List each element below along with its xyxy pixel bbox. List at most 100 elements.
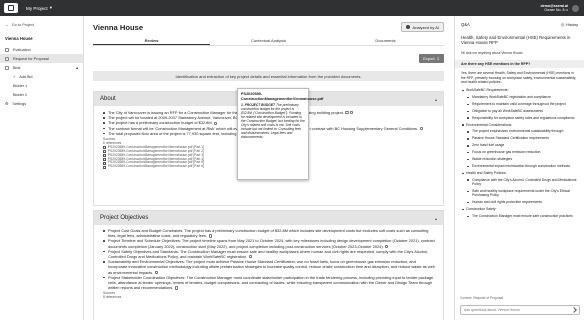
section-title: About (100, 96, 116, 102)
sidebar-item-bidder-2[interactable]: Bidder 2 (0, 90, 83, 99)
list-item: Project Stakeholder Coordination Objecti… (94, 275, 443, 291)
gear-icon: ⚙ (5, 102, 9, 106)
sidebar-project-title: Vienna House (5, 36, 33, 41)
sidebar-item-rfp[interactable]: Request for Proposal (0, 54, 83, 63)
evaluation-icon (5, 47, 9, 52)
answer-intro: Yes, there are several Health, Safety an… (461, 71, 577, 84)
top-bar: My Project ▾ demo@sserai.ai Owner No. 8 … (0, 0, 584, 16)
export-button[interactable]: Export ⇩ (419, 54, 444, 63)
project-objectives-section: Project Objectives ▴ Project Cost Goals a… (93, 210, 444, 320)
thumbs-up-icon[interactable] (350, 111, 354, 115)
sidebar-item-bids[interactable]: Bids ▴ (0, 63, 83, 72)
history-label: History (566, 22, 578, 27)
sidebar-item-label: Request for Proposal (13, 56, 49, 61)
answer-line: Compliance with the City's Alcohol, Cont… (461, 178, 578, 187)
question-input[interactable]: Ask questions about Vienna House (460, 305, 580, 315)
answer-line: Obligation to pay all WorkSafeBC assessm… (461, 109, 578, 113)
main-content: Vienna House Analyzed by AI Review Conte… (84, 16, 454, 320)
back-to-project-link[interactable]: ← Go to Project (0, 16, 83, 31)
sidebar: ← Go to Project Vienna House Evaluation … (0, 16, 84, 320)
copy-icon[interactable] (208, 234, 212, 238)
sidebar-item-evaluation[interactable]: Evaluation (0, 45, 83, 54)
answer-line: Passive House Standard Certification req… (461, 136, 578, 140)
checkbox-icon[interactable] (103, 162, 106, 165)
send-icon[interactable] (571, 307, 577, 313)
analyzed-by-ai-button[interactable]: Analyzed by AI (400, 22, 444, 32)
conversation-topic: Health, Safety and Environmental (HSE) R… (461, 35, 571, 46)
sidebar-item-label: Bidder 2 (13, 92, 28, 97)
chevron-up-icon: ▴ (434, 96, 437, 102)
checkbox-icon[interactable] (103, 150, 106, 154)
answer-line: WorkSafeBC Requirements: (461, 88, 578, 92)
tab-review[interactable]: Review (93, 36, 210, 45)
answer-line: The Construction Manager must ensure saf… (461, 214, 578, 218)
section-title: Project Objectives (100, 215, 149, 221)
back-label: Go to Project (11, 23, 34, 27)
history-button[interactable]: ◷ History (560, 22, 578, 28)
copy-icon[interactable] (214, 121, 218, 125)
clock-icon: ◷ (560, 23, 565, 27)
bullet-text: Project Cost Goals and Budget Constraint… (108, 228, 429, 239)
answer-line: Focus on greenhouse gas emission reducti… (461, 150, 578, 154)
input-placeholder: Ask questions about Vienna House (464, 308, 520, 312)
tooltip-file-name: PS2020589-ConstructionManagementforVienn… (241, 92, 324, 101)
answer-line: Health and Safety Policies: (461, 171, 578, 175)
bullet-text: Project Safety Objectives and Standards:… (108, 248, 429, 260)
user-info[interactable]: demo@sserai.ai Owner No. 8 •• (541, 4, 568, 12)
tab-bar: Review Contextual Analysis Documents (93, 36, 444, 46)
source-preview-tooltip: PS2020589-ConstructionManagementforVienn… (237, 88, 324, 180)
checkbox-icon[interactable] (103, 146, 106, 150)
assistant-answer: Yes, there are several Health, Safety an… (455, 68, 584, 218)
qa-title: Q&A (461, 22, 470, 27)
answer-line: Environmental impact minimization throug… (461, 164, 578, 168)
assistant-greeting: Hi! Ask me anything about Vienna House. (461, 50, 524, 55)
sidebar-item-label: Bidder 1 (13, 83, 28, 88)
sidebar-item-label: Add Bid (19, 74, 33, 79)
sidebar-item-settings[interactable]: ⚙ Settings (0, 99, 83, 108)
copy-icon[interactable] (345, 111, 349, 115)
sidebar-item-add-bid[interactable]: + Add Bid (0, 72, 83, 81)
plus-icon: + (13, 74, 16, 79)
context-label: Context: Request of Proposal (460, 296, 504, 300)
user-role: Owner No. 8 •• (544, 8, 568, 12)
tooltip-body: The preliminary construction budget for … (241, 103, 305, 139)
list-item: Project Safety Objectives and Standards:… (94, 249, 443, 259)
answer-line: Construction Safety: (461, 207, 578, 211)
answer-line: Waste reduction strategies (461, 157, 578, 161)
analyzed-label: Analyzed by AI (412, 24, 439, 30)
sidebar-item-label: Settings (12, 101, 27, 106)
answer-line: Mandatory WorkSafeBC registration and co… (461, 95, 578, 99)
sidebar-item-label: Evaluation (13, 47, 31, 52)
checkbox-icon[interactable] (103, 165, 106, 169)
tab-contextual-analysis[interactable]: Contextual Analysis (210, 36, 327, 45)
references-count: 8 references (103, 295, 122, 300)
tab-documents[interactable]: Documents (327, 36, 444, 45)
section-header[interactable]: Project Objectives ▴ (94, 211, 443, 225)
app-logo[interactable] (4, 3, 18, 13)
list-item: Project Timeline and Schedule Objectives… (94, 238, 443, 249)
answer-line: Environmental Considerations: (461, 123, 578, 127)
project-switcher[interactable]: My Project ▾ (26, 5, 52, 11)
sidebar-item-bidder-1[interactable]: Bidder 1 (0, 81, 83, 90)
download-icon: ⇩ (436, 56, 440, 61)
source-file-name: PS2020589-ConstructionManagementforVienn… (107, 164, 204, 169)
checkbox-icon[interactable] (103, 154, 106, 157)
answer-line: Human and civil rights protection requir… (461, 200, 578, 204)
copy-icon[interactable] (174, 286, 178, 290)
answer-line: Safe and healthy workplace requirements … (461, 189, 578, 198)
answer-line: Responsibility for workplace safety rule… (461, 116, 578, 120)
copy-icon[interactable] (419, 126, 423, 130)
document-icon (5, 56, 9, 61)
avatar[interactable] (572, 4, 579, 12)
answer-line: Zero fossil fuel usage (461, 143, 578, 147)
copy-icon[interactable] (248, 255, 252, 259)
page-title: Vienna House (93, 23, 144, 32)
copy-icon[interactable] (154, 270, 158, 275)
export-label: Export (423, 56, 435, 61)
answer-line: Requirement to maintain valid coverage t… (461, 102, 578, 106)
project-switcher-label: My Project (26, 5, 48, 11)
arrow-left-icon: ← (5, 23, 9, 27)
list-item: Sustainability and Environmental Objecti… (94, 259, 443, 275)
copy-icon[interactable] (385, 244, 389, 248)
checkbox-icon[interactable] (103, 158, 106, 161)
